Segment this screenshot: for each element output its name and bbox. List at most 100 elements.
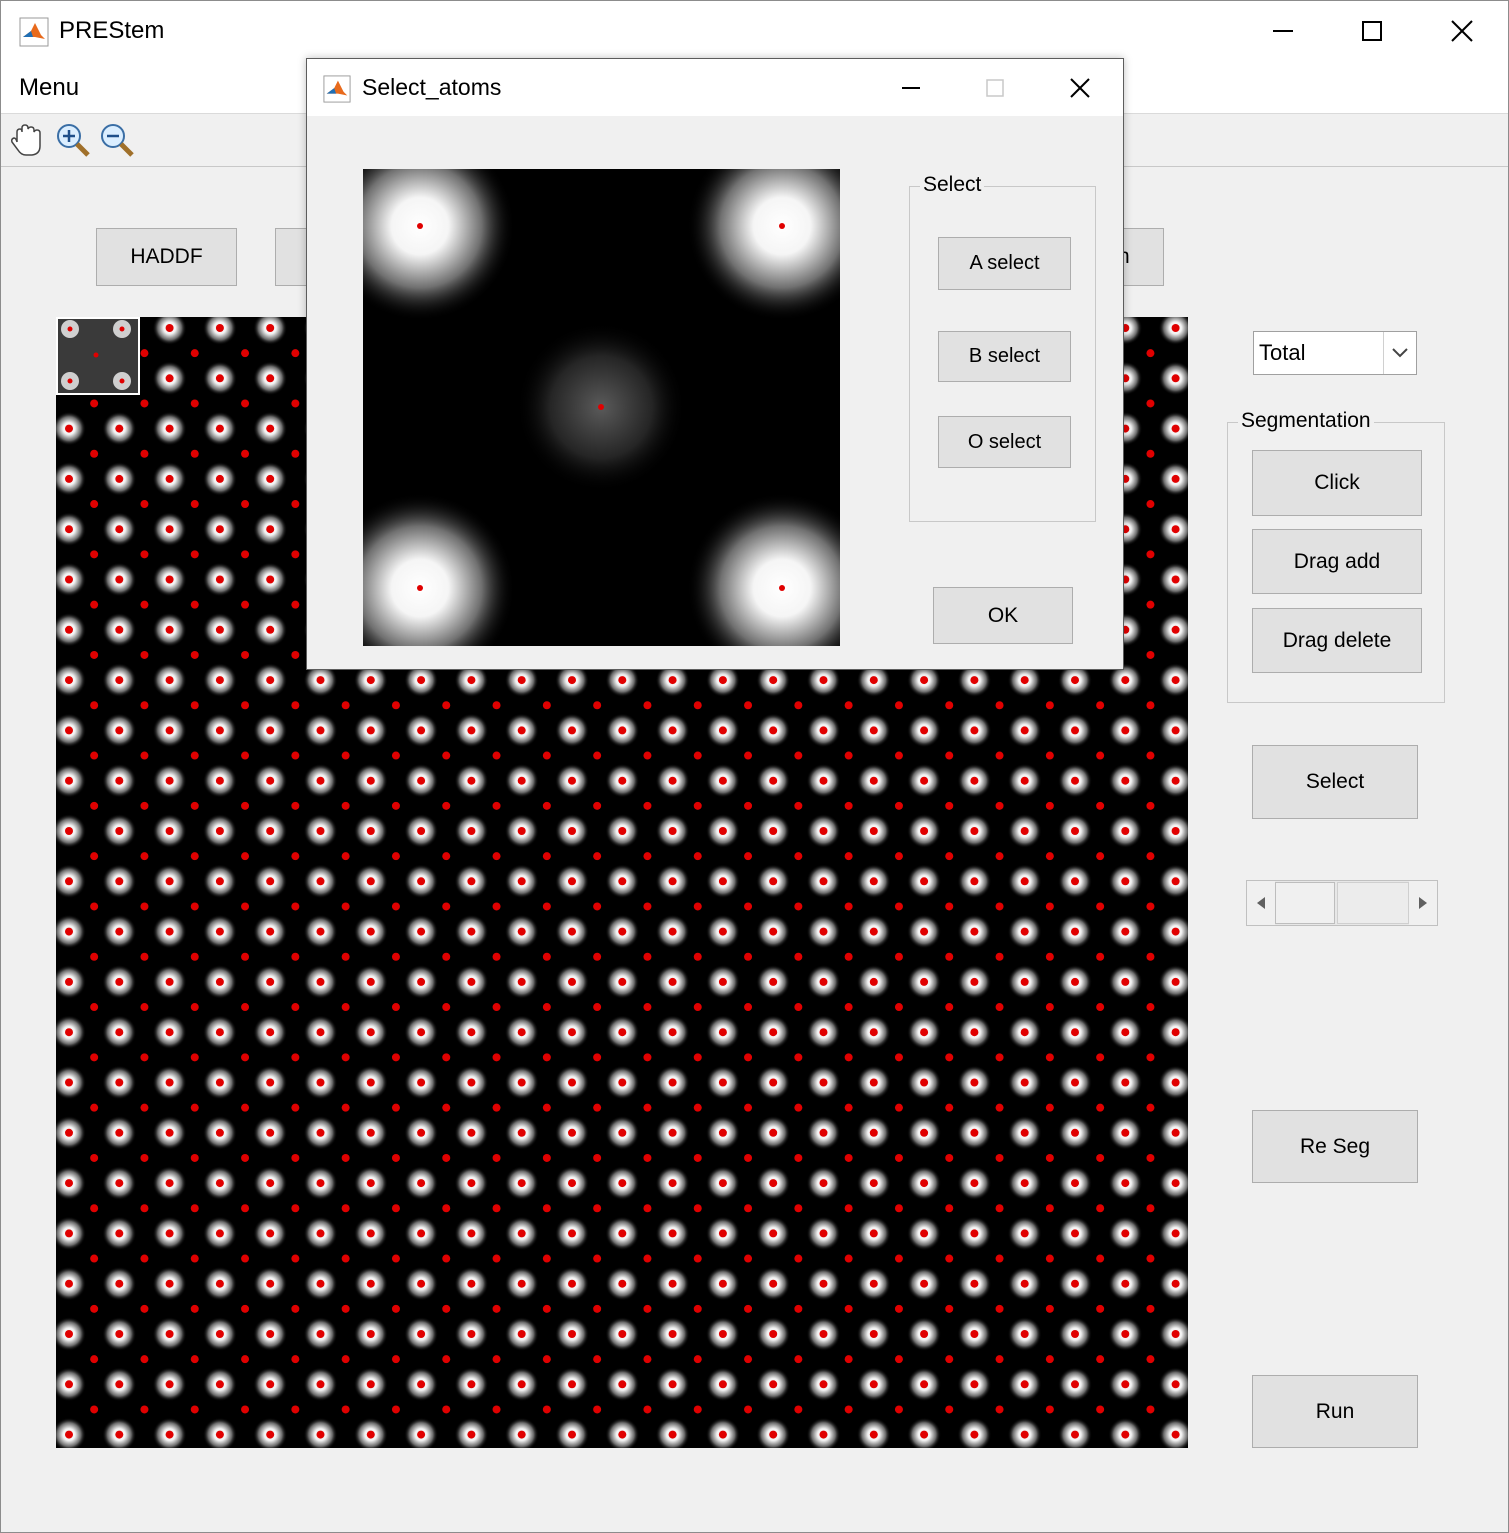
atom-marker [718, 1179, 727, 1188]
atom-marker [190, 1405, 199, 1414]
maximize-icon [986, 78, 1004, 97]
channel-dropdown-value: Total [1259, 340, 1306, 365]
atom-marker [442, 1254, 451, 1263]
click-button[interactable]: Click [1252, 450, 1422, 516]
menu-item-menu[interactable]: Menu [19, 74, 79, 102]
chevron-down-icon[interactable] [1383, 332, 1416, 374]
drag-add-button[interactable]: Drag add [1252, 529, 1422, 594]
atom-marker [668, 1028, 677, 1037]
atom-marker [844, 1103, 853, 1112]
dialog-close-button[interactable] [1038, 59, 1122, 116]
frame-slider[interactable] [1246, 880, 1438, 926]
atom-marker [366, 877, 375, 886]
atom-marker [90, 1304, 99, 1313]
atom-marker [517, 1028, 526, 1037]
atom-marker [1020, 827, 1029, 835]
atom-marker [341, 1254, 350, 1263]
atom-marker [65, 525, 73, 534]
atom-marker [1171, 827, 1180, 835]
atom-marker [819, 927, 828, 936]
atom-marker [1071, 1430, 1079, 1439]
b-select-button[interactable]: B select [938, 331, 1071, 382]
run-button[interactable]: Run [1252, 1375, 1418, 1448]
atom-marker [718, 676, 727, 685]
atom-marker [215, 1128, 224, 1137]
atom-marker [995, 952, 1004, 961]
atom-marker [1096, 852, 1105, 861]
atom-marker [542, 1103, 551, 1112]
atom-marker [894, 1254, 903, 1263]
select-atoms-dialog: Select_atoms Select A select B select O … [306, 58, 1124, 670]
atom-marker [643, 1355, 652, 1364]
select-legend: Select [920, 173, 985, 197]
o-select-button[interactable]: O select [938, 416, 1071, 468]
atom-marker [844, 1153, 853, 1162]
atom-marker [1146, 701, 1155, 710]
atom-marker [215, 927, 224, 936]
atom-marker [517, 977, 526, 986]
atom-marker [241, 1103, 250, 1112]
haddf-button[interactable]: HADDF [96, 228, 237, 286]
atom-marker [266, 324, 275, 332]
atom-marker [165, 474, 174, 483]
unit-cell-image[interactable] [363, 169, 840, 646]
dialog-title-bar: Select_atoms [307, 59, 1123, 116]
channel-dropdown[interactable]: Total [1253, 331, 1417, 375]
zoom-in-icon[interactable] [53, 120, 93, 160]
atom-marker [744, 1405, 753, 1414]
atom-marker [391, 701, 400, 710]
pan-hand-icon[interactable] [7, 120, 47, 160]
atom-marker [316, 776, 325, 785]
atom-marker [266, 977, 275, 986]
atom-marker [291, 349, 300, 358]
atom-marker [945, 801, 954, 810]
atom-marker [920, 1380, 929, 1389]
atom-marker [643, 902, 652, 911]
atom-marker [391, 1254, 400, 1263]
atom-marker [115, 1330, 124, 1338]
drag-delete-button[interactable]: Drag delete [1252, 608, 1422, 673]
atom-marker [467, 676, 476, 685]
atom-marker [241, 1053, 250, 1062]
dialog-maximize-button[interactable] [953, 59, 1037, 116]
atom-marker [945, 1204, 954, 1213]
atom-marker [316, 877, 325, 886]
atom-marker [542, 1204, 551, 1213]
re-seg-button[interactable]: Re Seg [1252, 1110, 1418, 1183]
slider-track[interactable] [1337, 882, 1409, 924]
select-button[interactable]: Select [1252, 745, 1418, 819]
chevron-right-icon[interactable] [1409, 881, 1437, 925]
atom-marker [417, 977, 426, 986]
atom-marker [769, 927, 778, 936]
atom-marker [1121, 977, 1130, 986]
ok-button[interactable]: OK [933, 587, 1073, 644]
atom-marker [568, 1430, 576, 1439]
atom-marker [1020, 726, 1029, 735]
atom-marker [1045, 1053, 1054, 1062]
dialog-minimize-button[interactable] [869, 59, 953, 116]
atom-marker [1171, 977, 1180, 986]
atom-marker [341, 751, 350, 760]
slider-thumb[interactable] [1275, 882, 1335, 924]
a-select-button[interactable]: A select [938, 237, 1071, 290]
atom-marker [417, 776, 426, 785]
minimize-icon [1273, 30, 1293, 32]
atom-marker [593, 1153, 602, 1162]
atom-marker [442, 1355, 451, 1364]
atom-marker [894, 1405, 903, 1414]
atom-marker [65, 676, 73, 685]
zoom-region-indicator[interactable] [56, 317, 140, 395]
zoom-out-icon[interactable] [97, 120, 137, 160]
atom-marker [542, 1153, 551, 1162]
minimize-button[interactable] [1238, 1, 1328, 61]
atom-marker [693, 1254, 702, 1263]
maximize-button[interactable] [1327, 1, 1417, 61]
atom-marker [769, 827, 778, 835]
close-button[interactable] [1417, 1, 1507, 61]
atom-marker [1171, 1430, 1180, 1439]
chevron-left-icon[interactable] [1247, 881, 1275, 925]
atom-marker [140, 701, 149, 710]
atom-marker [115, 625, 124, 634]
atom-marker [115, 1229, 124, 1238]
atom-marker [241, 600, 250, 609]
